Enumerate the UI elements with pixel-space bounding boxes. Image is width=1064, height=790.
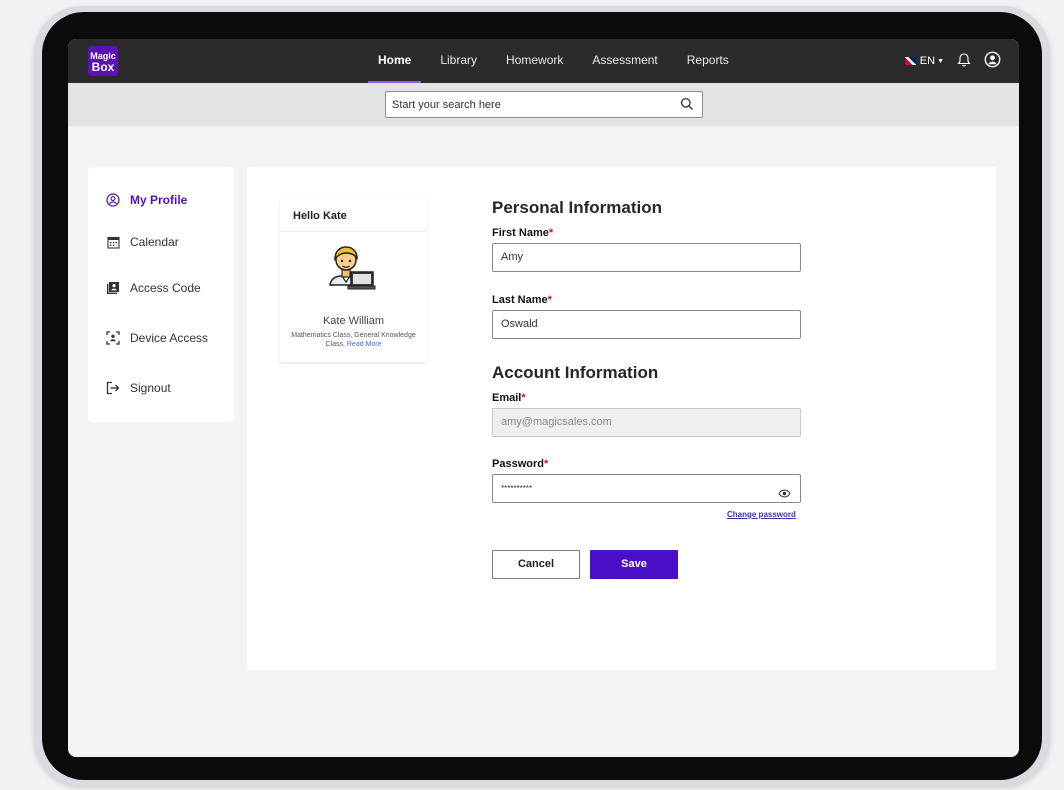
- search-bar-area: [68, 83, 1019, 126]
- sidebar-item-label: Calendar: [130, 235, 179, 249]
- first-name-field[interactable]: Amy: [492, 243, 801, 272]
- greeting-text: Hello Kate: [293, 210, 347, 222]
- sidebar-item-my-profile[interactable]: My Profile: [106, 193, 187, 207]
- sidebar-item-calendar[interactable]: Calendar: [106, 235, 179, 249]
- required-asterisk: *: [543, 458, 549, 470]
- nav-reports[interactable]: Reports: [677, 39, 739, 83]
- profile-sidebar: My Profile Calendar Access Code Device A…: [88, 167, 234, 422]
- password-value: **********: [501, 484, 533, 493]
- magicbox-logo[interactable]: Magic Box: [88, 46, 118, 76]
- first-name-label: First Name*: [492, 227, 553, 239]
- profile-main-card: Hello Kate Kate William Mathematics Clas…: [247, 167, 996, 670]
- profile-classes: Mathematics Class, General Knowledge Cla…: [290, 331, 417, 349]
- caret-down-icon: ▼: [937, 57, 944, 65]
- account-info-title: Account Information: [492, 363, 659, 382]
- calendar-icon: [106, 235, 120, 249]
- nav-home[interactable]: Home: [368, 39, 422, 83]
- email-label-text: Email: [492, 392, 522, 404]
- email-label: Email*: [492, 392, 526, 404]
- password-label: Password*: [492, 458, 548, 470]
- password-field[interactable]: **********: [492, 474, 801, 503]
- topbar-actions: EN ▼: [904, 39, 1001, 83]
- search-box: [385, 91, 703, 118]
- required-asterisk: *: [547, 294, 552, 306]
- eye-icon[interactable]: [778, 483, 791, 510]
- profile-name: Kate William: [322, 315, 385, 327]
- search-icon[interactable]: [680, 97, 694, 116]
- top-navbar: Magic Box Home Library Homework Assessme…: [68, 39, 1019, 83]
- required-asterisk: *: [521, 392, 526, 404]
- user-account-icon[interactable]: [984, 51, 1001, 71]
- signout-icon: [106, 381, 120, 395]
- language-selector[interactable]: EN ▼: [904, 55, 944, 67]
- user-circle-icon: [106, 193, 120, 207]
- cancel-button[interactable]: Cancel: [492, 550, 580, 579]
- sidebar-item-label: My Profile: [130, 193, 188, 207]
- last-name-label-text: Last Name: [492, 294, 548, 306]
- sidebar-item-signout[interactable]: Signout: [106, 381, 171, 395]
- read-more-link[interactable]: Read More: [347, 341, 382, 348]
- access-code-icon: [106, 281, 120, 295]
- avatar: [324, 241, 376, 293]
- logo-text-line2: Box: [91, 60, 115, 74]
- main-nav: Home Library Homework Assessment Reports: [368, 39, 748, 83]
- sidebar-item-label: Signout: [130, 381, 171, 395]
- email-field: amy@magicsales.com: [492, 408, 801, 437]
- sidebar-item-device-access[interactable]: Device Access: [106, 331, 208, 345]
- sidebar-item-label: Device Access: [130, 331, 209, 345]
- save-button[interactable]: Save: [590, 550, 678, 579]
- required-asterisk: *: [548, 227, 554, 239]
- nav-library[interactable]: Library: [430, 39, 487, 83]
- nav-homework[interactable]: Homework: [496, 39, 573, 83]
- app-screen: Magic Box Home Library Homework Assessme…: [68, 39, 1019, 757]
- search-input[interactable]: [386, 92, 666, 117]
- change-password-link[interactable]: Change password: [727, 510, 796, 519]
- last-name-field[interactable]: Oswald: [492, 310, 801, 339]
- uk-flag-icon: [904, 57, 916, 65]
- profile-summary-card: Hello Kate Kate William Mathematics Clas…: [280, 199, 427, 362]
- sidebar-item-access-code[interactable]: Access Code: [106, 281, 201, 295]
- divider: [280, 231, 427, 232]
- language-label: EN: [919, 55, 936, 67]
- sidebar-item-label: Access Code: [130, 281, 201, 295]
- personal-info-title: Personal Information: [492, 198, 663, 217]
- bell-icon[interactable]: [956, 52, 972, 71]
- device-access-icon: [106, 331, 120, 345]
- nav-assessment[interactable]: Assessment: [582, 39, 667, 83]
- first-name-label-text: First Name: [492, 227, 549, 239]
- last-name-label: Last Name*: [492, 294, 552, 306]
- password-label-text: Password: [492, 458, 544, 470]
